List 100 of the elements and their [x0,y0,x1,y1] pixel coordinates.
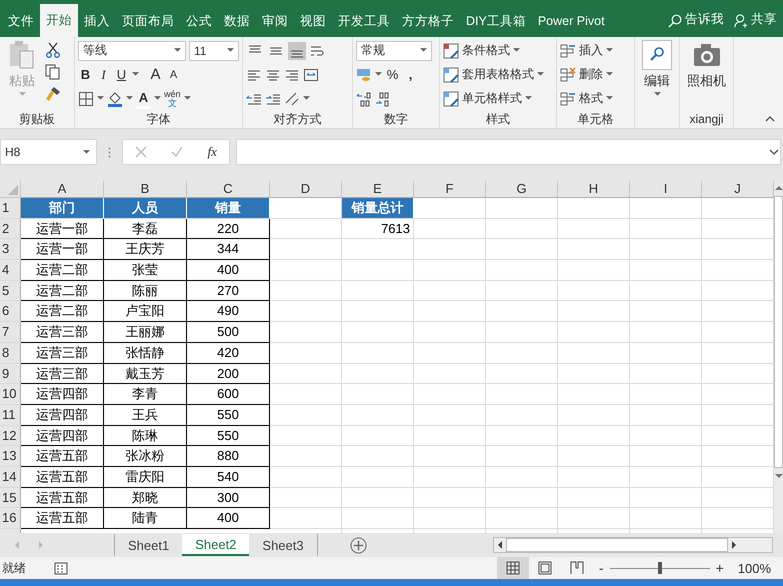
column-header[interactable]: F [414,181,486,198]
decrease-font-button[interactable]: A [166,64,181,84]
row-header[interactable]: 11 [0,404,21,425]
caret-icon[interactable] [97,96,104,101]
table-cell: 雷庆阳 [104,466,187,488]
sheet-tab[interactable]: Sheet3 [249,534,317,556]
ribbon-tab[interactable]: 开始 [40,4,78,37]
ribbon-tab[interactable]: Power Pivot [532,5,611,37]
zoom-percent[interactable]: 100% [738,560,771,576]
row-header[interactable]: 10 [0,384,21,404]
row-header[interactable]: 3 [0,239,21,260]
styles-menu-button[interactable]: 套用表格格式 [443,66,544,83]
check-icon[interactable] [171,146,184,158]
decrease-decimal-icon[interactable] [356,90,372,106]
styles-menu-button[interactable]: 单元格样式 [443,90,532,107]
font-name-dropdown[interactable]: 等线 [78,40,186,60]
vertical-align-icon[interactable] [288,42,306,60]
zoom-in-button[interactable]: + [716,560,724,576]
styles-menu-button[interactable]: 条件格式 [443,42,520,59]
sheet-tab[interactable]: Sheet1 [115,534,182,556]
zoom-out-button[interactable]: - [598,560,604,576]
row-header[interactable]: 5 [0,280,21,300]
table-cell: 540 [187,466,270,488]
comma-button[interactable]: , [403,64,418,84]
formula-input[interactable] [236,139,781,165]
column-header[interactable]: G [486,181,558,198]
ribbon-tab[interactable]: 视图 [294,5,332,37]
scroll-left-icon[interactable] [497,541,502,549]
column-header[interactable]: D [270,181,342,198]
tell-me-label[interactable]: 告诉我 [685,11,724,28]
ribbon-tab[interactable]: 页面布局 [116,5,180,37]
macro-record-icon[interactable] [54,561,68,575]
group-label: 对齐方式 [272,111,322,128]
fill-color-icon[interactable] [107,90,123,106]
bold-button[interactable]: B [78,64,93,84]
caret-icon[interactable] [126,96,133,101]
expand-icon[interactable] [769,149,779,155]
ribbon-tab[interactable]: 数据 [218,5,256,37]
row-header[interactable]: 15 [0,488,21,508]
caret-icon [83,150,90,154]
row-header[interactable]: 9 [0,364,21,384]
ribbon-tab[interactable]: 公式 [180,5,218,37]
caret-icon[interactable] [375,72,382,77]
scroll-up-icon[interactable] [774,185,782,190]
person-add-icon[interactable] [734,13,748,29]
row-header[interactable]: 8 [0,342,21,362]
caret-icon[interactable] [154,96,161,101]
caret-icon[interactable] [303,96,310,101]
row-header[interactable]: 7 [0,322,21,342]
insert-function-button[interactable]: fx [208,144,217,160]
search-icon[interactable] [668,13,682,29]
row-header[interactable]: 16 [0,508,21,528]
merge-cells-icon[interactable] [303,66,319,82]
cells-menu-button[interactable]: 删除 [560,66,613,83]
copy-icon[interactable] [45,64,61,80]
brush-icon[interactable] [45,86,61,102]
increase-font-button[interactable]: A [148,64,163,84]
borders-icon[interactable] [78,90,94,106]
row-header[interactable]: 13 [0,446,21,466]
name-box[interactable]: H8 [0,139,97,165]
vertical-scrollbar[interactable] [774,181,783,533]
row-header[interactable]: 4 [0,260,21,280]
font-color-button[interactable]: A [136,88,151,108]
font-size-dropdown[interactable]: 11 [189,40,239,60]
sheet-tab[interactable]: Sheet2 [182,534,250,556]
percent-button[interactable]: % [385,64,400,84]
ribbon-tab[interactable]: 开发工具 [332,5,396,37]
collapse-ribbon-icon[interactable] [765,116,775,122]
ribbon-tab[interactable]: 插入 [78,5,116,37]
increase-decimal-icon[interactable] [375,90,391,106]
ribbon-tab[interactable]: 审阅 [256,5,294,37]
row-header[interactable]: 1 [0,198,21,218]
caret-icon[interactable] [132,72,139,77]
underline-button[interactable]: U [114,64,129,84]
text-orientation-icon[interactable] [284,90,300,106]
row-header[interactable]: 14 [0,466,21,487]
row-header[interactable]: 12 [0,426,21,446]
normal-view-icon[interactable] [496,557,529,579]
column-header[interactable]: H [558,181,630,198]
ribbon-tab[interactable]: 方方格子 [396,5,460,37]
scissors-icon[interactable] [45,42,61,58]
cells-menu-button[interactable]: 格式 [560,90,613,107]
table-cell: 郑晓 [104,488,187,508]
ribbon-tab[interactable]: DIY工具箱 [460,5,532,37]
add-sheet-icon[interactable] [350,536,367,554]
number-format-dropdown[interactable]: 常规 [356,40,432,60]
scroll-down-icon[interactable] [774,474,782,479]
share-label[interactable]: 共享 [751,11,777,28]
editing-button[interactable]: 编辑 [638,40,676,97]
phonetic-button[interactable]: wén 文 [164,88,181,108]
horizontal-scrollbar[interactable] [493,537,773,553]
italic-button[interactable]: I [96,64,111,84]
camera-button[interactable]: 照相机 [684,40,730,90]
ribbon-tab[interactable]: 文件 [2,5,40,37]
row-header[interactable]: 6 [0,301,21,322]
scroll-right-icon[interactable] [732,541,737,549]
column-header[interactable]: I [630,181,702,198]
cells-menu-button[interactable]: 插入 [560,42,613,59]
caret-icon[interactable] [184,96,191,101]
row-header[interactable]: 2 [0,218,21,238]
